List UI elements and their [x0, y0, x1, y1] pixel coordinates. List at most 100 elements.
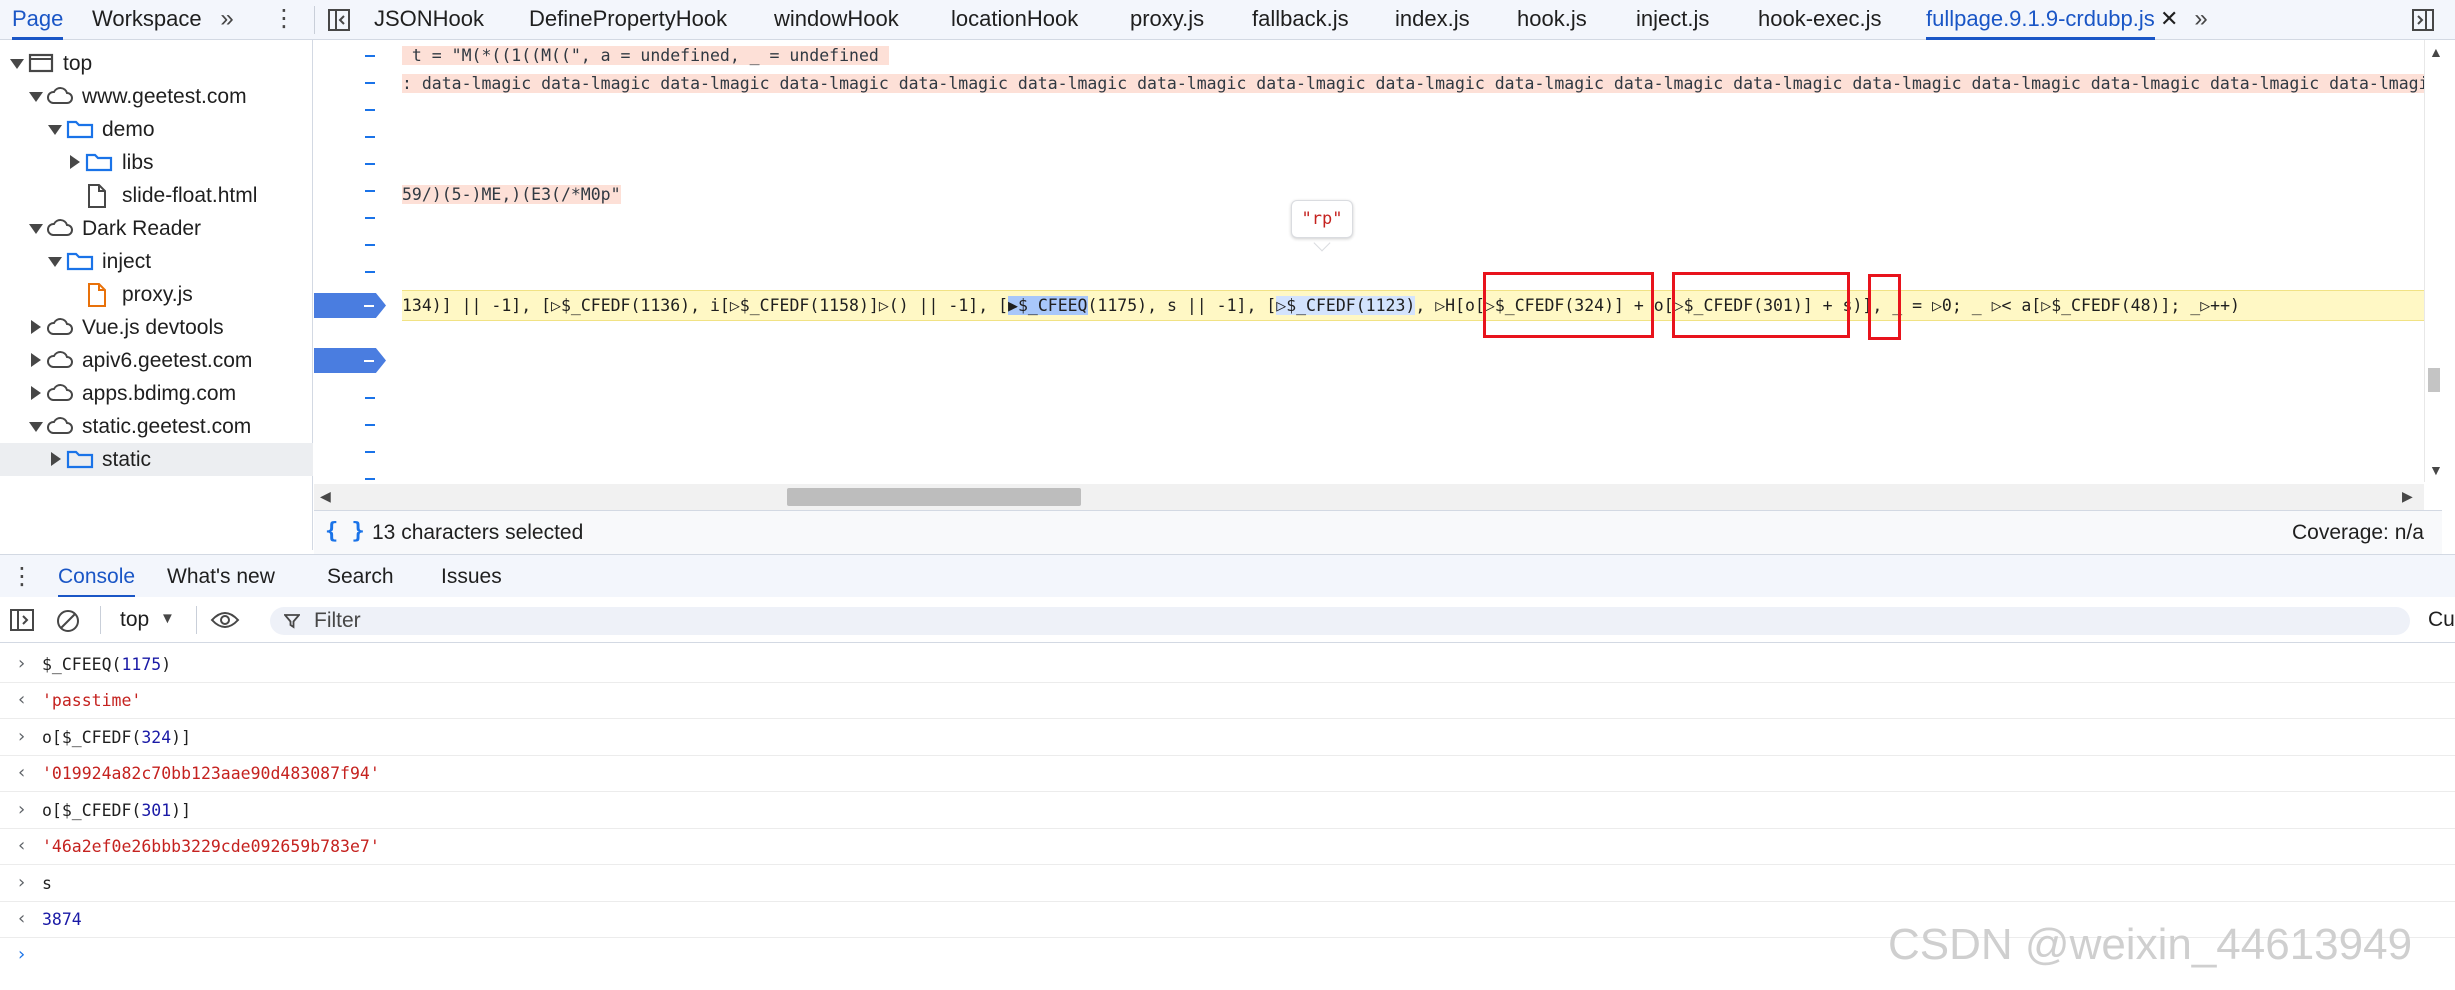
toggle-navigator-icon[interactable]	[324, 0, 354, 40]
tree-item-file[interactable]: proxy.js	[0, 278, 313, 311]
collapse-arrow-icon[interactable]	[31, 320, 41, 334]
tree-item-domain[interactable]: apiv6.geetest.com	[0, 344, 313, 377]
scroll-down-icon[interactable]: ▼	[2429, 462, 2443, 478]
gutter-mark	[365, 424, 375, 426]
tree-item-top[interactable]: top	[0, 47, 313, 80]
paused-code-line[interactable]: 134)] || -1], [▷$_CFEDF(1136), i[▷$_CFED…	[402, 291, 2240, 320]
tab-console[interactable]: Console	[58, 555, 136, 598]
code-token: () || -1], [	[888, 296, 1009, 315]
filter-input[interactable]: Filter	[270, 607, 2410, 635]
gutter-mark	[365, 478, 375, 480]
file-tab[interactable]: index.js	[1395, 0, 1470, 40]
collapse-arrow-icon[interactable]	[51, 452, 61, 466]
sidebar-toggle-icon[interactable]	[10, 609, 34, 631]
clear-console-icon[interactable]	[56, 609, 80, 633]
pretty-print-icon[interactable]: { }	[325, 519, 365, 544]
tab-issues[interactable]: Issues	[441, 555, 502, 598]
scroll-up-icon[interactable]: ▲	[2429, 44, 2443, 60]
collapse-arrow-icon[interactable]	[31, 353, 41, 367]
annotation-box	[1483, 272, 1654, 338]
console-result: 3874	[42, 910, 82, 929]
tree-item-folder[interactable]: inject	[0, 245, 313, 278]
file-tab[interactable]: inject.js	[1636, 0, 1709, 40]
console-input-line[interactable]: › $_CFEEQ(1175)	[0, 647, 2455, 683]
inline-step-icon[interactable]: ▷	[1992, 296, 2002, 315]
collapse-arrow-icon[interactable]	[70, 155, 80, 169]
more-options-icon[interactable]: ⋮	[272, 0, 296, 40]
file-tab[interactable]: hook-exec.js	[1758, 0, 1882, 40]
inline-step-icon[interactable]: ▷	[1276, 296, 1287, 315]
console-input-line[interactable]: › o[$_CFEDF(324)]	[0, 720, 2455, 756]
file-tab[interactable]: proxy.js	[1130, 0, 1204, 40]
file-tab[interactable]: hook.js	[1517, 0, 1587, 40]
gutter-mark	[365, 244, 375, 246]
tab-search[interactable]: Search	[327, 555, 394, 598]
expand-arrow-icon[interactable]	[48, 257, 62, 267]
expand-arrow-icon[interactable]	[29, 422, 43, 432]
toggle-debugger-icon[interactable]	[2408, 0, 2438, 40]
more-tabs-icon[interactable]: »	[212, 0, 242, 40]
tab-whats-new[interactable]: What's new	[167, 555, 275, 598]
inline-step-icon[interactable]: ▷	[2041, 296, 2051, 315]
file-tab[interactable]: locationHook	[951, 0, 1078, 40]
scroll-left-icon[interactable]: ◀	[320, 488, 331, 505]
inline-step-icon[interactable]: ▶	[1008, 296, 1018, 315]
drawer-menu-icon[interactable]: ⋮	[10, 555, 34, 598]
file-tab[interactable]: fallback.js	[1252, 0, 1349, 40]
file-tab-active[interactable]: fullpage.9.1.9-crdubp.js	[1926, 0, 2155, 40]
tab-page[interactable]: Page	[12, 0, 64, 40]
breakpoint-marker[interactable]	[314, 348, 386, 373]
tree-item-label: proxy.js	[122, 283, 193, 306]
console-result: '019924a82c70bb123aae90d483087f94'	[42, 764, 380, 783]
tree-item-domain[interactable]: static.geetest.com	[0, 410, 313, 443]
context-selector[interactable]: top	[120, 597, 149, 643]
file-tab[interactable]: JSONHook	[374, 0, 484, 40]
vertical-scrollbar[interactable]	[2424, 40, 2442, 482]
tree-item-domain[interactable]: www.geetest.com	[0, 80, 313, 113]
expand-arrow-icon[interactable]	[29, 224, 43, 234]
console-output-line[interactable]: ‹ 'passtime'	[0, 683, 2455, 719]
inline-step-icon[interactable]: ▷	[2200, 296, 2210, 315]
tree-item-folder[interactable]: demo	[0, 113, 313, 146]
code-token: ++)	[2210, 296, 2240, 315]
console-input-line[interactable]: › s	[0, 866, 2455, 902]
tab-workspace[interactable]: Workspace	[92, 0, 202, 40]
code-editor[interactable]: t = "M(*((1((M((", a = undefined, _ = un…	[314, 40, 2442, 510]
tree-item-domain[interactable]: Vue.js devtools	[0, 311, 313, 344]
tree-item-folder-selected[interactable]: static	[0, 443, 313, 476]
breakpoint-marker[interactable]	[314, 293, 386, 318]
tree-item-folder[interactable]: libs	[0, 146, 313, 179]
expand-arrow-icon[interactable]	[10, 59, 24, 69]
inline-step-icon[interactable]: ▷	[879, 296, 889, 315]
input-chevron-icon: ›	[18, 726, 26, 747]
expand-arrow-icon[interactable]	[48, 125, 62, 135]
expand-arrow-icon[interactable]	[29, 92, 43, 102]
eye-icon[interactable]	[210, 610, 240, 630]
prompt-chevron-icon: ›	[18, 944, 26, 965]
scroll-right-icon[interactable]: ▶	[2402, 488, 2413, 505]
coverage-status[interactable]: Coverage: n/a	[2292, 511, 2424, 555]
inline-step-icon[interactable]: ▷	[730, 296, 740, 315]
inline-step-icon[interactable]: ▷	[1435, 296, 1445, 315]
js-file-icon	[88, 283, 106, 307]
more-file-tabs-icon[interactable]: »	[2186, 0, 2216, 40]
tree-item-domain[interactable]: apps.bdimg.com	[0, 377, 313, 410]
custom-levels-label[interactable]: Cu	[2428, 597, 2455, 643]
frame-icon	[28, 53, 54, 73]
console-output-line[interactable]: ‹ '46a2ef0e26bbb3229cde092659b783e7'	[0, 829, 2455, 865]
tree-item-label: slide-float.html	[122, 184, 258, 207]
tree-item-file[interactable]: slide-float.html	[0, 179, 313, 212]
vertical-scroll-thumb[interactable]	[2428, 368, 2440, 392]
console-input-line[interactable]: › o[$_CFEDF(301)]	[0, 793, 2455, 829]
tree-item-domain[interactable]: Dark Reader	[0, 212, 313, 245]
file-tab[interactable]: windowHook	[774, 0, 899, 40]
dropdown-arrow-icon[interactable]: ▼	[160, 610, 175, 627]
inline-step-icon[interactable]: ▷	[551, 296, 561, 315]
collapse-arrow-icon[interactable]	[31, 386, 41, 400]
close-tab-icon[interactable]: ✕	[2160, 0, 2178, 40]
inline-step-icon[interactable]: ▷	[1932, 296, 1942, 315]
file-tab[interactable]: DefinePropertyHook	[529, 0, 727, 40]
horizontal-scrollbar[interactable]	[314, 484, 2424, 510]
console-output-line[interactable]: ‹ '019924a82c70bb123aae90d483087f94'	[0, 756, 2455, 792]
horizontal-scroll-thumb[interactable]	[787, 488, 1081, 506]
